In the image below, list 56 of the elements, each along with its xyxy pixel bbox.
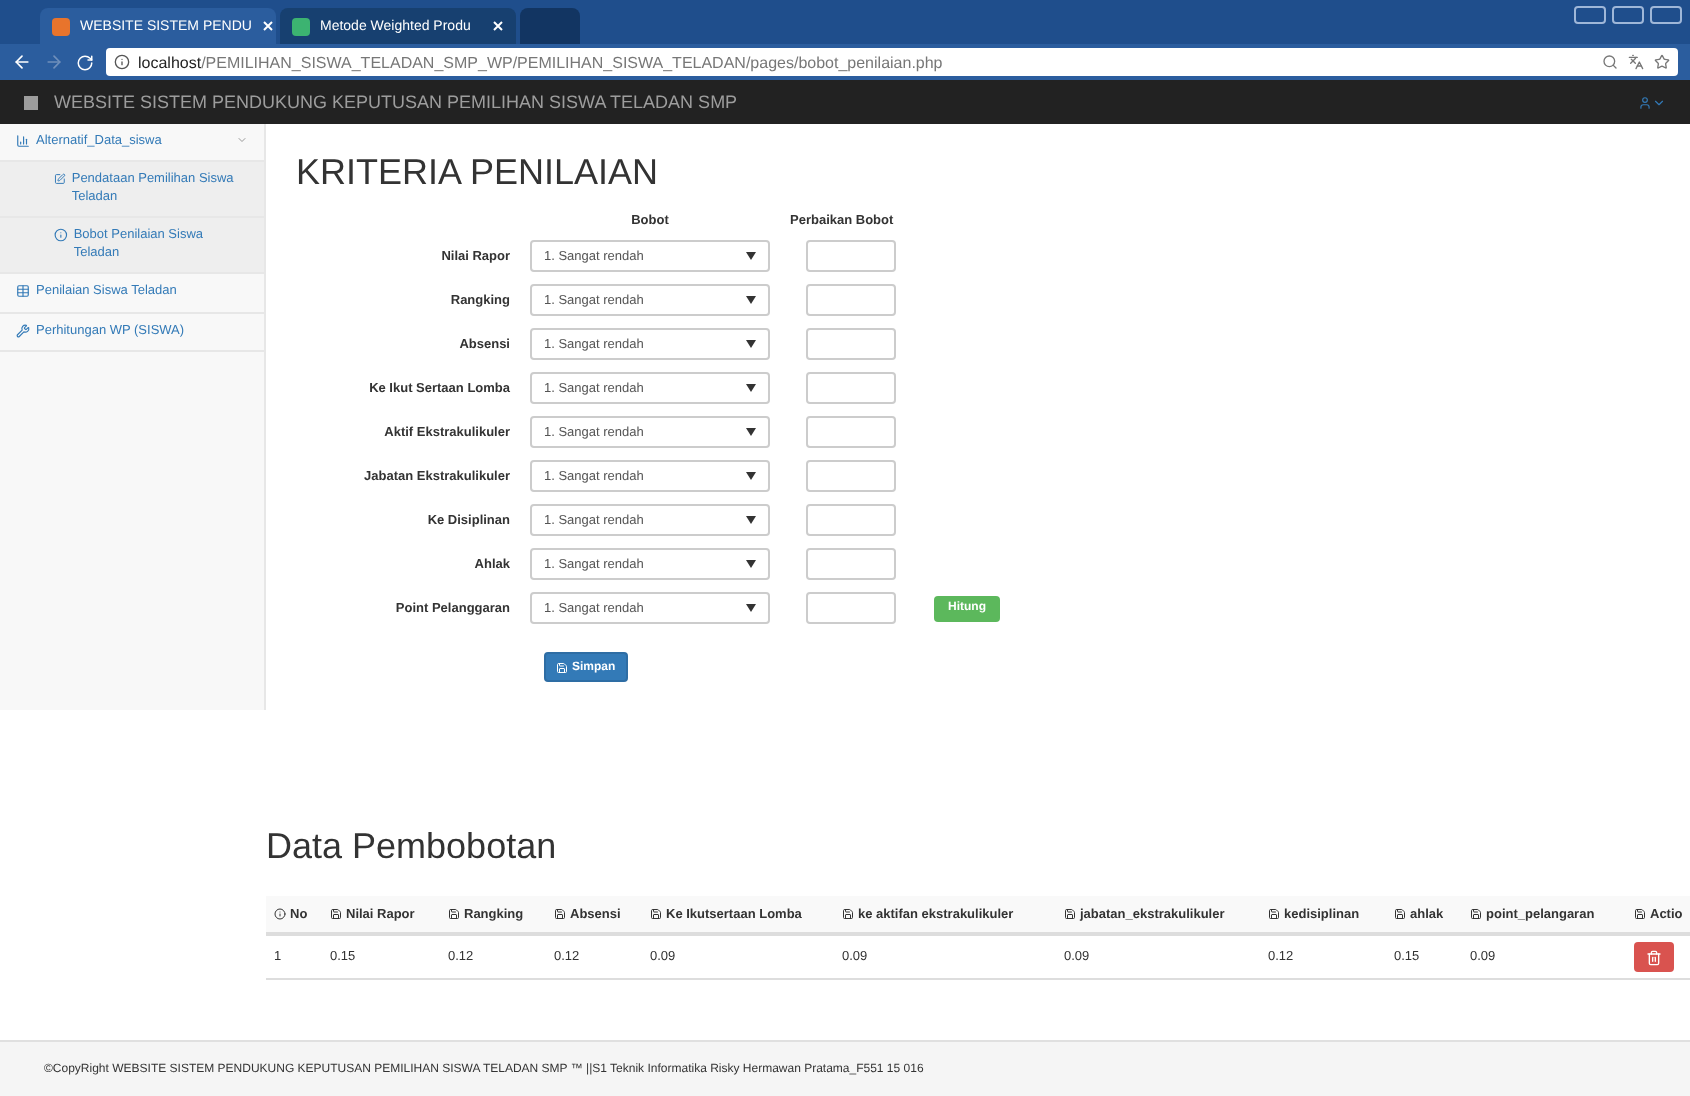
star-icon (1654, 54, 1670, 70)
caret-icon (1652, 95, 1666, 109)
user-icon (1638, 95, 1652, 109)
caret-icon (746, 560, 756, 568)
forward-icon (44, 52, 64, 72)
input-field[interactable] (806, 460, 896, 492)
save-icon (1268, 908, 1280, 920)
input-field[interactable] (806, 548, 896, 580)
close-icon (492, 20, 504, 32)
user-menu[interactable] (1638, 95, 1666, 109)
save-icon (330, 908, 342, 920)
info-icon (274, 908, 286, 920)
reload-icon (76, 53, 94, 71)
close-icon (261, 20, 274, 32)
caret-icon (746, 252, 756, 260)
save-icon (1470, 908, 1482, 920)
save-icon (842, 908, 854, 920)
input-field[interactable] (806, 592, 896, 624)
delete-button[interactable] (1634, 942, 1674, 972)
back-icon (12, 52, 32, 72)
save-icon (650, 908, 662, 920)
input-field[interactable] (806, 240, 896, 272)
save-icon (556, 661, 568, 673)
favicon-icon (292, 17, 310, 35)
zoom-icon (1602, 54, 1618, 70)
input-field[interactable] (806, 284, 896, 316)
address-field[interactable]: localhost/PEMILIHAN_SISWA_TELADAN_SMP_WP/PEMILIHAN_SISWA_TELADAN/pages/bobot_penilaian.php (106, 48, 1678, 76)
save-icon (1394, 908, 1406, 920)
save-icon (448, 908, 460, 920)
translate-icon (1628, 54, 1644, 70)
input-field[interactable] (806, 372, 896, 404)
maximize-button[interactable] (1612, 6, 1644, 24)
trash-icon (1646, 949, 1662, 965)
minimize-button[interactable] (1574, 6, 1606, 24)
caret-icon (746, 296, 756, 304)
caret-icon (746, 472, 756, 480)
save-icon (554, 908, 566, 920)
new-tab-button[interactable] (520, 8, 580, 44)
caret-icon (746, 516, 756, 524)
caret-icon (746, 340, 756, 348)
close-button[interactable] (1650, 6, 1682, 24)
section-title: Data Pembobotan (266, 826, 559, 868)
page-title: KRITERIA PENILAIAN (296, 152, 661, 194)
input-field[interactable] (806, 328, 896, 360)
favicon-icon (52, 17, 70, 35)
caret-icon (746, 384, 756, 392)
save-icon (1634, 908, 1646, 920)
info-icon (114, 54, 130, 70)
caret-icon (746, 604, 756, 612)
caret-icon (746, 428, 756, 436)
input-field[interactable] (806, 416, 896, 448)
navbar-title: WEBSITE SISTEM PENDUKUNG KEPUTUSAN PEMILIHAN SISWA TELADAN SMP (54, 92, 738, 112)
info-icon (54, 228, 68, 243)
input-field[interactable] (806, 504, 896, 536)
edit-icon (54, 172, 66, 187)
save-icon (1064, 908, 1076, 920)
